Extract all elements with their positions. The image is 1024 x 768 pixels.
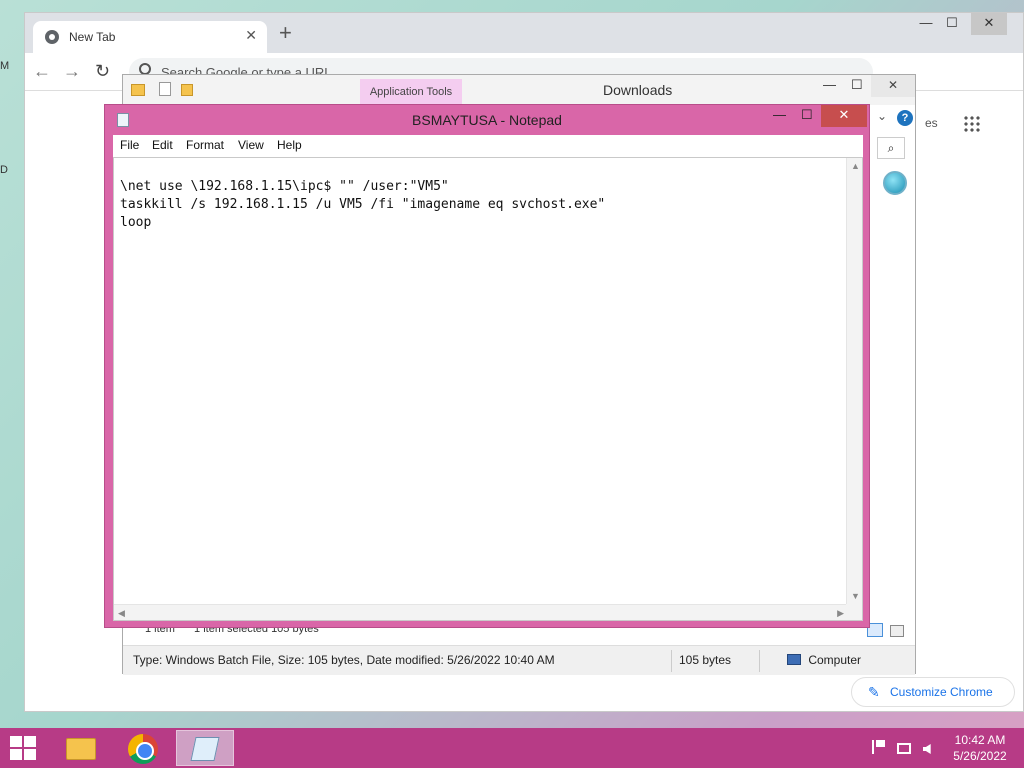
- menu-file[interactable]: File: [120, 138, 139, 152]
- notepad-maximize-button[interactable]: ☐: [801, 107, 813, 123]
- taskbar: 10:42 AM 5/26/2022: [0, 728, 1024, 768]
- windows-logo-icon: [10, 749, 22, 760]
- scroll-right-icon[interactable]: ▶: [837, 608, 844, 619]
- view-toggle[interactable]: [867, 623, 905, 640]
- explorer-title: Downloads: [603, 82, 673, 98]
- scroll-up-icon[interactable]: ▲: [851, 161, 860, 171]
- notepad-text-area[interactable]: \net use \192.168.1.15\ipc$ "" /user:"VM…: [113, 157, 863, 621]
- menu-view[interactable]: View: [238, 138, 264, 152]
- large-icons-view-icon[interactable]: [890, 625, 905, 637]
- customize-chrome-label: Customize Chrome: [890, 685, 993, 699]
- size-grip[interactable]: [846, 604, 862, 620]
- folder-icon[interactable]: [131, 84, 145, 96]
- details-bar: Type: Windows Batch File, Size: 105 byte…: [123, 645, 915, 675]
- search-icon[interactable]: ⌕: [877, 137, 905, 159]
- action-center-flag-icon[interactable]: [872, 740, 886, 754]
- explorer-titlebar: Application Tools Downloads — ☐ ✕: [123, 75, 915, 105]
- scroll-left-icon[interactable]: ◀: [118, 608, 125, 619]
- new-tab-button[interactable]: +: [279, 21, 292, 45]
- clock-time: 10:42 AM: [954, 733, 1006, 747]
- reload-icon[interactable]: ↻: [95, 61, 110, 82]
- help-icon[interactable]: ?: [897, 110, 913, 126]
- chrome-tab-close-icon[interactable]: ✕: [245, 27, 257, 44]
- chrome-maximize-button[interactable]: ☐: [937, 13, 967, 35]
- explorer-minimize-button[interactable]: —: [823, 77, 836, 92]
- explorer-close-button[interactable]: ✕: [871, 75, 915, 97]
- notepad-close-button[interactable]: ✕: [821, 105, 867, 127]
- forward-icon[interactable]: →: [63, 61, 81, 82]
- menu-edit[interactable]: Edit: [152, 138, 173, 152]
- computer-icon: [787, 654, 801, 665]
- explorer-maximize-button[interactable]: ☐: [851, 77, 863, 93]
- file-details: Type: Windows Batch File, Size: 105 byte…: [133, 653, 555, 667]
- chrome-favicon-icon: [45, 30, 59, 44]
- system-tray: [872, 740, 931, 757]
- volume-muted-icon[interactable]: [922, 744, 931, 754]
- notepad-titlebar[interactable]: BSMAYTUSA - Notepad — ☐ ✕: [105, 105, 869, 135]
- chrome-tab-title: New Tab: [69, 30, 116, 44]
- application-tools-tab[interactable]: Application Tools: [360, 79, 462, 105]
- quick-access-toolbar[interactable]: [131, 82, 193, 99]
- desktop-edge-label: D: [0, 164, 8, 176]
- notepad-minimize-button[interactable]: —: [773, 107, 786, 122]
- chrome-tab[interactable]: New Tab ✕: [33, 21, 267, 53]
- menu-help[interactable]: Help: [277, 138, 302, 152]
- taskbar-explorer[interactable]: [52, 730, 110, 766]
- notepad-content[interactable]: \net use \192.168.1.15\ipc$ "" /user:"VM…: [120, 178, 840, 232]
- explorer-ribbon-edge: ⌄ ? ⌕: [877, 105, 917, 645]
- clock[interactable]: 10:42 AM 5/26/2022: [940, 732, 1020, 764]
- new-folder-icon[interactable]: [180, 84, 193, 96]
- pencil-icon: ✎: [868, 684, 880, 700]
- properties-icon[interactable]: [158, 82, 171, 96]
- windows-logo-icon: [24, 736, 36, 747]
- collapse-ribbon-icon[interactable]: ⌄: [877, 109, 887, 123]
- ntp-partial-text[interactable]: es: [925, 116, 938, 130]
- back-icon[interactable]: ←: [33, 61, 51, 82]
- taskbar-notepad[interactable]: [176, 730, 234, 766]
- location: Computer: [787, 653, 861, 667]
- windows-logo-icon: [24, 749, 36, 760]
- customize-chrome-button[interactable]: ✎ Customize Chrome: [851, 677, 1015, 707]
- start-button[interactable]: [10, 736, 36, 760]
- network-icon[interactable]: [897, 743, 912, 754]
- scroll-down-icon[interactable]: ▼: [851, 591, 860, 601]
- file-size: 105 bytes: [679, 653, 732, 667]
- notepad-title: BSMAYTUSA - Notepad: [412, 112, 562, 128]
- divider: [671, 650, 672, 672]
- desktop-edge-label: M: [0, 60, 10, 72]
- globe-icon[interactable]: [883, 171, 907, 195]
- horizontal-scrollbar[interactable]: ◀ ▶: [114, 604, 848, 620]
- location-label: Computer: [808, 653, 862, 667]
- menu-format[interactable]: Format: [186, 138, 224, 152]
- windows-logo-icon: [10, 736, 22, 747]
- clock-date: 5/26/2022: [953, 749, 1007, 763]
- divider: [759, 650, 760, 672]
- vertical-scrollbar[interactable]: ▲ ▼: [846, 158, 862, 604]
- file-explorer-icon: [66, 738, 96, 760]
- chrome-close-button[interactable]: ✕: [971, 13, 1007, 35]
- chrome-logo-icon: [128, 734, 158, 764]
- apps-grid-icon[interactable]: [963, 115, 981, 133]
- notepad-app-icon: [190, 737, 220, 761]
- chrome-titlebar: New Tab ✕ + — ☐ ✕: [25, 13, 1023, 53]
- taskbar-chrome[interactable]: [114, 730, 172, 766]
- notepad-menubar: File Edit Format View Help: [113, 135, 863, 157]
- notepad-window: BSMAYTUSA - Notepad — ☐ ✕ File Edit Form…: [104, 104, 870, 628]
